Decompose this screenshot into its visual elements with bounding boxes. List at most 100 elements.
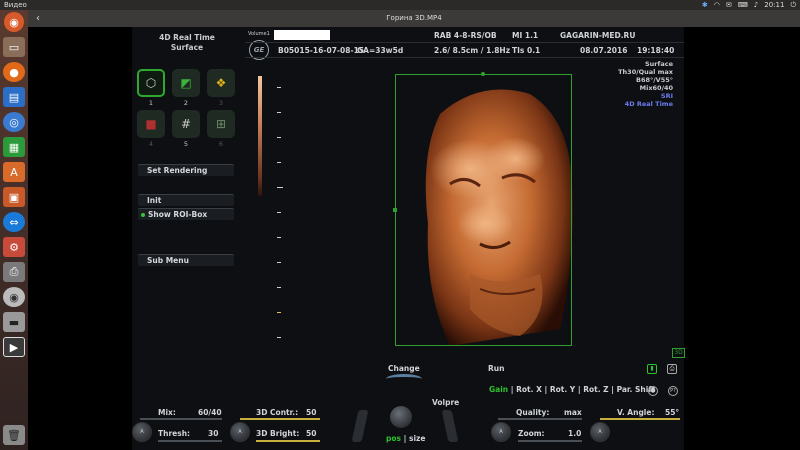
color-blobs-icon: ❖ <box>215 76 227 90</box>
rotation-options: | Rot. X | Rot. Y | Rot. Z | Par. Shift <box>510 385 656 394</box>
set-rendering-button[interactable]: Set Rendering <box>138 164 234 176</box>
mail-icon[interactable]: ✉ <box>726 0 732 10</box>
patient-name-redaction <box>274 30 330 40</box>
help-icon[interactable]: P? <box>668 386 678 396</box>
focus-tick <box>277 312 281 313</box>
tool-render-plane[interactable]: ◩ <box>172 69 200 97</box>
v-angle-label: V. Angle: <box>617 408 655 417</box>
render-info-angles: B68°/V55° <box>636 76 673 84</box>
mode-title-line1: 4D Real Time <box>159 33 215 42</box>
clock[interactable]: 20:11 <box>764 0 784 10</box>
size-label: | size <box>403 434 426 443</box>
contrast-bright-knob[interactable]: A <box>230 422 250 442</box>
probe-info: RAB 4-8-RS/OB <box>434 31 497 40</box>
roi-handle-left[interactable] <box>393 208 397 212</box>
v-angle-knob[interactable]: A <box>590 422 610 442</box>
mode-title: 4D Real Time Surface <box>132 33 242 53</box>
tool-red-cube[interactable]: ■ <box>137 110 165 138</box>
contrast-slider[interactable] <box>240 418 320 420</box>
roi-handle-top[interactable] <box>481 72 485 76</box>
thresh-label: Thresh: <box>158 429 191 438</box>
software-icon[interactable]: A <box>3 162 25 182</box>
header-divider <box>245 42 684 43</box>
active-app-name: Видео <box>4 1 27 9</box>
mix-thresh-knob[interactable]: A <box>132 422 152 442</box>
change-label: Change <box>388 364 420 373</box>
disc-icon[interactable]: ◉ <box>3 287 25 307</box>
exam-time: 19:18:40 <box>637 46 675 55</box>
red-cube-icon: ■ <box>145 117 157 131</box>
gain-label[interactable]: Gain <box>489 385 508 394</box>
exam-date: 08.07.2016 <box>580 46 628 55</box>
render-info-sri: SRI <box>660 92 673 100</box>
depth-tick <box>277 87 281 88</box>
tool-grid[interactable]: # <box>172 110 200 138</box>
trackball[interactable] <box>390 406 412 428</box>
tool-grid-cursor[interactable]: ⊞ <box>207 110 235 138</box>
contrast-value: 50 <box>306 408 317 417</box>
volume-label: Volume1 <box>248 31 270 37</box>
change-arc-icon[interactable] <box>386 374 422 384</box>
header-divider-2 <box>245 57 684 58</box>
zoom-slider[interactable] <box>518 440 582 442</box>
quality-zoom-knob[interactable]: A <box>491 422 511 442</box>
video-icon[interactable]: ▶ <box>3 337 25 357</box>
show-roi-box-button[interactable]: Show ROI-Box <box>138 208 234 220</box>
pos-label: pos <box>386 434 401 443</box>
pos-size-toggle[interactable]: pos | size <box>386 434 425 443</box>
sub-menu-button[interactable]: Sub Menu <box>138 254 234 266</box>
render-info-surface: Surface <box>645 60 673 68</box>
render-info-mode: 4D Real Time <box>624 100 673 108</box>
init-button[interactable]: Init <box>138 194 234 206</box>
files-icon[interactable]: ▭ <box>3 37 25 57</box>
tool-num-3: 3 <box>218 99 224 107</box>
thresh-slider[interactable] <box>158 440 222 442</box>
quality-value: max <box>564 408 582 417</box>
firefox-icon[interactable]: ● <box>3 62 25 82</box>
calc-icon[interactable]: ▦ <box>3 137 25 157</box>
arrow-icon[interactable]: ● <box>648 386 658 396</box>
grid-icon: # <box>180 117 192 131</box>
tool-cube[interactable]: ⬡ <box>137 69 165 97</box>
dash-icon[interactable]: ◉ <box>4 12 24 32</box>
render-info-threshold: Th30/Qual max <box>618 68 673 76</box>
grid-cursor-icon: ⊞ <box>215 117 227 131</box>
drive-icon[interactable]: ▬ <box>3 312 25 332</box>
v-angle-slider[interactable] <box>600 418 680 420</box>
trash-icon[interactable]: 🗑 <box>3 425 25 445</box>
impress-icon[interactable]: ▣ <box>3 187 25 207</box>
depth-tick <box>277 137 281 138</box>
active-indicator-icon <box>141 213 145 217</box>
brightness-slider[interactable] <box>256 440 320 442</box>
mix-slider[interactable] <box>140 418 222 420</box>
thresh-value: 30 <box>208 429 219 438</box>
volume-icon[interactable]: ♪ <box>754 0 758 10</box>
printer-status-icon: ⎙ <box>667 364 677 374</box>
tool-num-4: 4 <box>148 140 154 148</box>
power-icon[interactable]: ⏻ <box>790 0 796 10</box>
tool-color-blobs[interactable]: ❖ <box>207 69 235 97</box>
teamviewer-icon[interactable]: ⇔ <box>3 212 25 232</box>
zoom-value: 1.0 <box>568 429 582 438</box>
network-icon[interactable]: ◎ <box>3 112 25 132</box>
mix-value: 60/40 <box>198 408 222 417</box>
roi-box[interactable] <box>395 74 572 346</box>
depth-frequency: 2.6/ 8.5cm / 1.8Hz <box>434 46 511 55</box>
clinic-name: GAGARIN-MED.RU <box>560 31 636 40</box>
bluetooth-icon[interactable]: ✱ <box>702 0 708 10</box>
settings-icon[interactable]: ⚙ <box>3 237 25 257</box>
keyboard-icon[interactable]: ⌨ <box>738 0 748 10</box>
v-angle-value: 55° <box>665 408 680 417</box>
mode-title-line2: Surface <box>170 43 204 52</box>
depth-tick <box>277 237 281 238</box>
depth-tick <box>277 187 283 188</box>
wifi-icon[interactable]: ◠ <box>714 0 720 10</box>
launcher: ◉ ▭ ● ▤ ◎ ▦ A ▣ ⇔ ⚙ ⎙ ◉ ▬ ▶ 🗑 <box>0 10 28 450</box>
cube-icon: ⬡ <box>145 76 157 90</box>
depth-tick <box>277 337 281 338</box>
printer-icon[interactable]: ⎙ <box>3 262 25 282</box>
quality-slider[interactable] <box>498 418 582 420</box>
depth-tick <box>277 262 281 263</box>
brightness-label: 3D Bright: <box>256 429 300 438</box>
writer-icon[interactable]: ▤ <box>3 87 25 107</box>
